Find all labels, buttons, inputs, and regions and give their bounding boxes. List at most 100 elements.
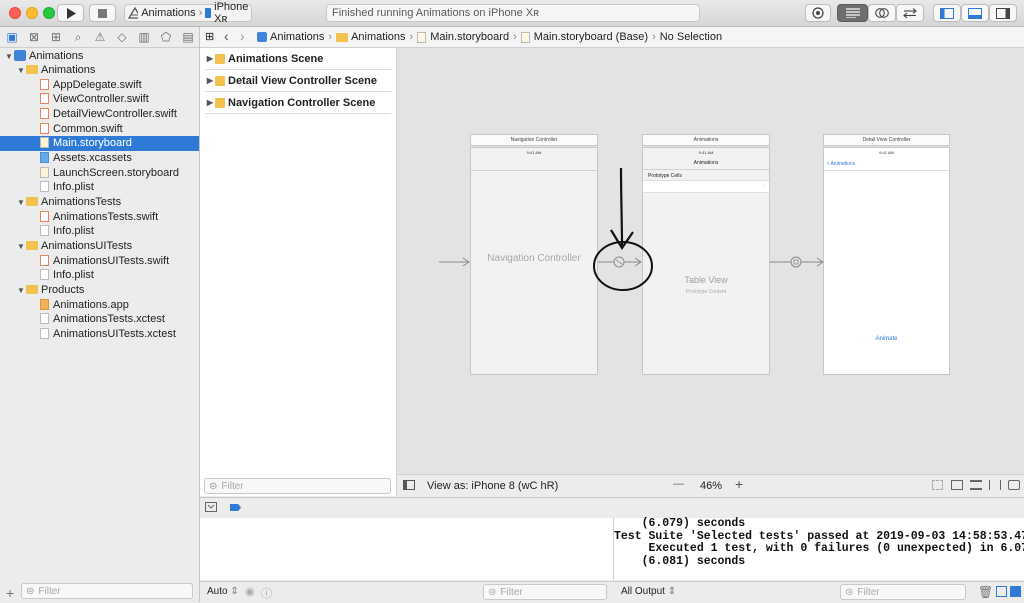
crumb-localization[interactable]: Main.storyboard (Base) bbox=[534, 31, 648, 43]
console-filter-field[interactable]: ⊜ Filter bbox=[840, 584, 966, 600]
window-toolbar: Animations › iPhone Xʀ Finished running … bbox=[0, 0, 1024, 27]
crumb-group[interactable]: Animations bbox=[351, 31, 405, 43]
minimize-window-button[interactable] bbox=[26, 7, 38, 19]
breakpoints-active-icon[interactable] bbox=[230, 504, 241, 511]
version-editor-button[interactable] bbox=[896, 4, 924, 22]
navigator-item-plist[interactable]: Info.plist bbox=[0, 180, 199, 195]
show-segue[interactable] bbox=[770, 256, 824, 268]
navigator-item-folder[interactable]: ▼ AnimationsUITests bbox=[0, 239, 199, 254]
disclosure-triangle-icon[interactable]: ▼ bbox=[16, 64, 26, 79]
standard-editor-button[interactable] bbox=[837, 4, 868, 22]
split-left-icon[interactable] bbox=[996, 586, 1007, 597]
close-window-button[interactable] bbox=[9, 7, 21, 19]
resolve-issues-icon[interactable] bbox=[1008, 480, 1020, 490]
navigator-item-app[interactable]: Animations.app bbox=[0, 298, 199, 313]
crumb-file[interactable]: Main.storyboard bbox=[430, 31, 509, 43]
folder-icon[interactable]: ▣ bbox=[5, 30, 19, 44]
report-icon[interactable]: ▤ bbox=[181, 30, 195, 44]
forward-chevron-icon[interactable]: › bbox=[240, 28, 245, 44]
navigator-item-plist[interactable]: Info.plist bbox=[0, 268, 199, 283]
trash-icon[interactable]: 🗑 bbox=[978, 585, 993, 599]
swift-file-icon bbox=[40, 122, 49, 134]
navigator-item-swift[interactable]: AnimationsTests.swift bbox=[0, 210, 199, 225]
navigator-item-assets[interactable]: Assets.xcassets bbox=[0, 151, 199, 166]
add-icon[interactable]: + bbox=[6, 585, 14, 601]
disclosure-triangle-icon[interactable]: ▼ bbox=[4, 50, 14, 65]
console-output[interactable]: (6.079) seconds Test Suite 'Selected tes… bbox=[614, 517, 1024, 580]
outline-filter-field[interactable]: ⊜ Filter bbox=[204, 478, 391, 494]
navigator-item-xctest[interactable]: AnimationsUITests.xctest bbox=[0, 327, 199, 342]
search-icon[interactable]: ⌕ bbox=[71, 30, 85, 44]
navigator-item-storyboard[interactable]: Main.storyboard bbox=[0, 136, 199, 151]
scene-icon bbox=[215, 97, 225, 108]
navigator-item-label: Animations.app bbox=[53, 298, 129, 311]
scheme-selector[interactable]: Animations › iPhone Xʀ bbox=[124, 1, 252, 25]
toggle-debug-area-button[interactable] bbox=[961, 4, 989, 22]
xctest-file-icon bbox=[40, 327, 49, 339]
breakpoint-icon[interactable]: ⬠ bbox=[159, 30, 173, 44]
crumb-selection[interactable]: No Selection bbox=[660, 31, 722, 43]
add-constraints-icon[interactable] bbox=[989, 480, 1001, 490]
library-button[interactable] bbox=[805, 4, 831, 22]
segue-overlay bbox=[439, 167, 824, 291]
filter-icon: ⊜ bbox=[209, 480, 218, 492]
info-icon[interactable]: ⓘ bbox=[261, 585, 272, 601]
navigator-item-swift[interactable]: AppDelegate.swift bbox=[0, 78, 199, 93]
disclosure-triangle-icon[interactable]: ▶ bbox=[205, 98, 215, 107]
zoom-window-button[interactable] bbox=[43, 7, 55, 19]
split-right-icon[interactable] bbox=[1010, 586, 1021, 597]
root-view-controller-segue[interactable] bbox=[598, 256, 642, 268]
toggle-inspector-button[interactable] bbox=[989, 4, 1017, 22]
variables-view[interactable] bbox=[200, 518, 614, 580]
source-control-icon[interactable]: ⊠ bbox=[27, 30, 41, 44]
disclosure-triangle-icon[interactable]: ▼ bbox=[16, 284, 26, 299]
chevron-right-icon: › bbox=[409, 31, 414, 43]
symbol-icon[interactable]: ⊞ bbox=[49, 30, 63, 44]
variables-filter-field[interactable]: ⊜ Filter bbox=[483, 584, 607, 600]
related-items-icon[interactable]: ⊞ bbox=[205, 30, 214, 43]
view-as-label[interactable]: View as: iPhone 8 (wC hR) bbox=[427, 480, 558, 492]
toggle-navigator-button[interactable] bbox=[933, 4, 961, 22]
navigator-item-plist[interactable]: Info.plist bbox=[0, 224, 199, 239]
debug-icon[interactable]: ▥ bbox=[137, 30, 151, 44]
test-icon[interactable]: ◇ bbox=[115, 30, 129, 44]
outline-scene-animations[interactable]: ▶ Animations Scene bbox=[205, 48, 391, 70]
align-icon[interactable] bbox=[970, 480, 982, 490]
navigator-item-project[interactable]: ▼ Animations bbox=[0, 49, 199, 64]
hide-debug-area-icon[interactable] bbox=[205, 502, 217, 512]
update-frames-icon[interactable] bbox=[951, 480, 963, 490]
disclosure-triangle-icon[interactable]: ▼ bbox=[16, 240, 26, 255]
navigator-item-swift[interactable]: AnimationsUITests.swift bbox=[0, 254, 199, 269]
zoom-out-button[interactable]: — bbox=[673, 478, 684, 490]
assistant-editor-button[interactable] bbox=[868, 4, 896, 22]
navigator-item-swift[interactable]: DetailViewController.swift bbox=[0, 107, 199, 122]
toggle-outline-icon[interactable] bbox=[403, 480, 415, 490]
stop-button[interactable] bbox=[89, 4, 116, 22]
embed-icon[interactable] bbox=[932, 480, 943, 490]
library-icon bbox=[812, 7, 824, 19]
navigator-item-swift[interactable]: ViewController.swift bbox=[0, 92, 199, 107]
entry-point-arrow[interactable] bbox=[439, 257, 470, 267]
variables-scope-popup[interactable]: Auto ⇕ bbox=[207, 586, 239, 597]
disclosure-triangle-icon[interactable]: ▼ bbox=[16, 196, 26, 211]
disclosure-triangle-icon[interactable]: ▶ bbox=[205, 76, 215, 85]
navigator-item-folder[interactable]: ▼ Products bbox=[0, 283, 199, 298]
crumb-project[interactable]: Animations bbox=[270, 31, 324, 43]
storyboard-icon bbox=[520, 31, 530, 43]
run-button[interactable] bbox=[57, 4, 84, 22]
navigator-item-xctest[interactable]: AnimationsTests.xctest bbox=[0, 312, 199, 327]
console-filter-placeholder: Filter bbox=[857, 586, 880, 598]
eye-icon[interactable]: ◉ bbox=[245, 585, 255, 598]
navigator-item-folder[interactable]: ▼ AnimationsTests bbox=[0, 195, 199, 210]
disclosure-triangle-icon[interactable]: ▶ bbox=[205, 54, 215, 63]
outline-scene-detail[interactable]: ▶ Detail View Controller Scene bbox=[205, 70, 391, 92]
navigator-item-storyboard[interactable]: LaunchScreen.storyboard bbox=[0, 166, 199, 181]
back-chevron-icon[interactable]: ‹ bbox=[224, 28, 229, 44]
console-output-popup[interactable]: All Output ⇕ bbox=[621, 586, 676, 597]
navigator-item-swift[interactable]: Common.swift bbox=[0, 122, 199, 137]
zoom-in-button[interactable]: + bbox=[735, 476, 743, 492]
navigator-item-folder[interactable]: ▼ Animations bbox=[0, 63, 199, 78]
navigator-filter-field[interactable]: ⊜ Filter bbox=[21, 583, 193, 599]
outline-scene-navigation[interactable]: ▶ Navigation Controller Scene bbox=[205, 92, 391, 114]
warning-icon[interactable]: ⚠ bbox=[93, 30, 107, 44]
